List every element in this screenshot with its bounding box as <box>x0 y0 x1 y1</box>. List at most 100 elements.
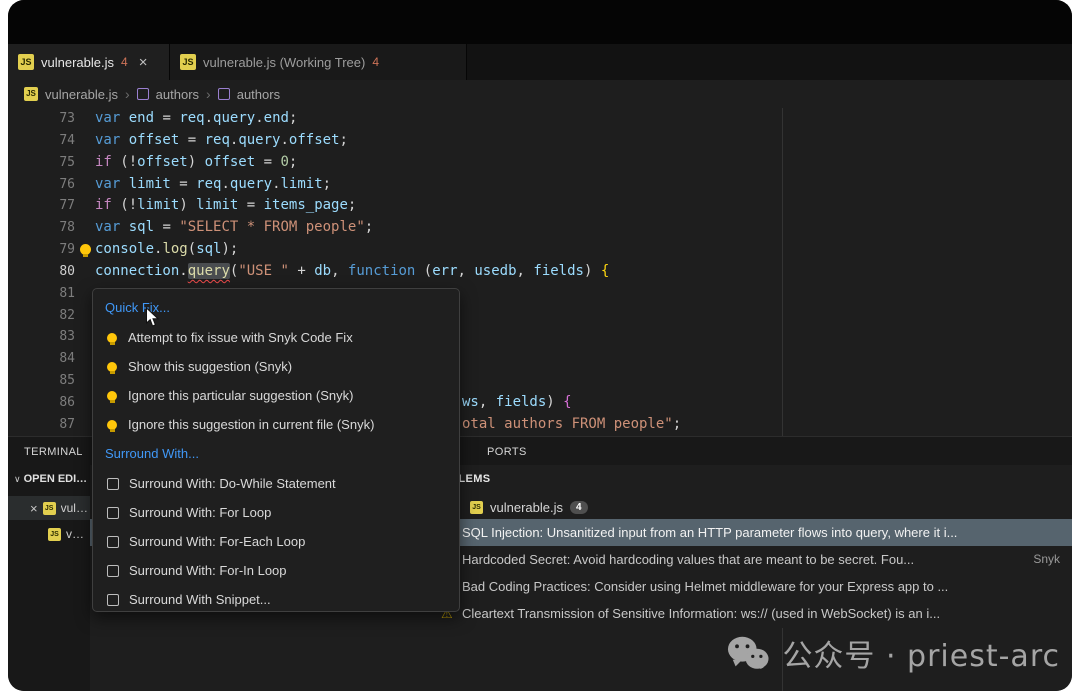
code-token: console <box>95 241 154 257</box>
code-token: ) <box>188 154 205 170</box>
open-editors-header[interactable]: ∨OPEN EDITORS <box>14 473 88 485</box>
editor-tab[interactable]: JSvulnerable.js (Working Tree)4 <box>170 44 467 80</box>
tab-ports[interactable]: PORTS <box>487 446 527 458</box>
breadcrumb-file[interactable]: vulnerable.js <box>45 87 118 102</box>
menu-item-label: Ignore this suggestion in current file (… <box>128 417 374 432</box>
breadcrumb-symbol[interactable]: authors <box>156 87 199 102</box>
code-token: offset <box>289 132 340 148</box>
breadcrumb-symbol[interactable]: authors <box>237 87 280 102</box>
code-token: var <box>95 176 129 192</box>
breadcrumb: JSvulnerable.js›authors›authors <box>8 80 1072 108</box>
checkbox-icon <box>107 594 119 606</box>
code-line[interactable]: 77if (!limit) limit = items_page; <box>8 195 1072 217</box>
code-token: sql <box>129 219 154 235</box>
code-line[interactable]: 76var limit = req.query.limit; <box>8 174 1072 196</box>
quickfix-menu: Quick Fix...Attempt to fix issue with Sn… <box>92 288 460 612</box>
code-token: . <box>255 110 263 126</box>
problem-text: Cleartext Transmission of Sensitive Info… <box>462 606 940 621</box>
code-token: query <box>213 110 255 126</box>
menu-item[interactable]: Surround With: For-In Loop <box>93 556 459 585</box>
menu-group-header: Surround With... <box>93 439 459 469</box>
code-token: limit <box>196 197 238 213</box>
code-token: "SELECT * FROM people" <box>179 219 364 235</box>
code-token: , <box>331 263 348 279</box>
code-line[interactable]: 73var end = req.query.end; <box>8 108 1072 130</box>
tab-close-icon[interactable]: × <box>139 54 148 71</box>
code-token: ; <box>340 132 348 148</box>
line-number: 74 <box>8 130 75 152</box>
tab-label: vulnerable.js (Working Tree) <box>203 55 365 70</box>
code-text: if (!limit) limit = items_page; <box>95 195 356 217</box>
menu-item[interactable]: Surround With: Do-While Statement <box>93 469 459 498</box>
open-editor-label: vulnerable.js <box>61 501 90 515</box>
open-editor-item[interactable]: JSvulnerable.js <box>8 522 90 546</box>
symbol-icon <box>137 88 149 100</box>
tab-label: vulnerable.js <box>41 55 114 70</box>
menu-item-label: Surround With: For-Each Loop <box>129 534 305 549</box>
problem-file-name: vulnerable.js <box>490 500 563 515</box>
code-text: connection.query("USE " + db, function (… <box>95 261 609 283</box>
line-number: 86 <box>8 392 75 414</box>
code-token: ; <box>365 219 373 235</box>
problem-text: Bad Coding Practices: Consider using Hel… <box>462 579 948 594</box>
line-number: 84 <box>8 348 75 370</box>
code-token: + <box>289 263 314 279</box>
code-token: = <box>171 176 196 192</box>
code-token: ); <box>221 241 238 257</box>
tab-problem-badge: 4 <box>121 55 128 69</box>
checkbox-icon <box>107 478 119 490</box>
code-token: if <box>95 154 120 170</box>
code-line[interactable]: 74 var offset = req.query.offset; <box>8 130 1072 152</box>
code-token: if <box>95 197 120 213</box>
wechat-icon <box>727 635 769 671</box>
code-token: limit <box>137 197 179 213</box>
menu-item[interactable]: Surround With: For Loop <box>93 498 459 527</box>
close-icon[interactable]: × <box>30 501 38 516</box>
menu-item[interactable]: Show this suggestion (Snyk) <box>93 352 459 381</box>
menu-item-label: Show this suggestion (Snyk) <box>128 359 292 374</box>
code-line[interactable]: 80connection.query("USE " + db, function… <box>8 261 1072 283</box>
menu-item[interactable]: Ignore this particular suggestion (Snyk) <box>93 381 459 410</box>
code-token: , <box>517 263 534 279</box>
code-token: . <box>272 176 280 192</box>
code-token: req <box>179 110 204 126</box>
code-token: err <box>432 263 457 279</box>
code-text: var offset = req.query.offset; <box>95 130 348 152</box>
code-token: fields <box>496 394 547 410</box>
tab-problem-badge: 4 <box>372 55 379 69</box>
watermark: 公众号 · priest-arc <box>727 631 1060 675</box>
line-number: 78 <box>8 217 75 239</box>
editor-tab[interactable]: JS vulnerable.js 4 × <box>8 44 170 80</box>
mouse-cursor <box>145 307 160 328</box>
code-token: fields <box>533 263 584 279</box>
code-token: = <box>154 219 179 235</box>
menu-item[interactable]: Surround With: For-Each Loop <box>93 527 459 556</box>
vscode-window: JSvulnerable.js 4 × JS vulnerable.js (Workin… <box>8 0 1072 691</box>
code-token: . <box>179 263 187 279</box>
watermark-text: 公众号 · priest-arc <box>782 631 1060 675</box>
code-token: ws <box>462 394 479 410</box>
symbol-icon <box>218 88 230 100</box>
js-file-icon: JS <box>18 54 34 70</box>
menu-item[interactable]: Surround With Snippet... <box>93 585 459 612</box>
tab-terminal[interactable]: TERMINAL <box>24 446 83 458</box>
code-line[interactable]: 75if (!offset) offset = 0; <box>8 152 1072 174</box>
code-token: . <box>221 176 229 192</box>
code-token: ) <box>584 263 601 279</box>
open-editor-item[interactable]: ×JSvulnerable.js <box>8 496 90 520</box>
line-number: 81 <box>8 283 75 305</box>
code-token: sql <box>196 241 221 257</box>
code-line[interactable]: 78var sql = "SELECT * FROM people"; <box>8 217 1072 239</box>
line-number: 76 <box>8 174 75 196</box>
code-token: log <box>162 241 187 257</box>
code-token: . <box>205 110 213 126</box>
menu-item-label: Ignore this particular suggestion (Snyk) <box>128 388 353 403</box>
menu-item-label: Surround With: Do-While Statement <box>129 476 336 491</box>
lightbulb-icon[interactable] <box>80 244 91 255</box>
lightbulb-icon <box>107 391 117 401</box>
line-number: 79 <box>8 239 75 261</box>
code-line[interactable]: 79console.log(sql); <box>8 239 1072 261</box>
code-token: offset <box>205 154 256 170</box>
menu-item[interactable]: Ignore this suggestion in current file (… <box>93 410 459 439</box>
code-token: ) <box>179 197 196 213</box>
